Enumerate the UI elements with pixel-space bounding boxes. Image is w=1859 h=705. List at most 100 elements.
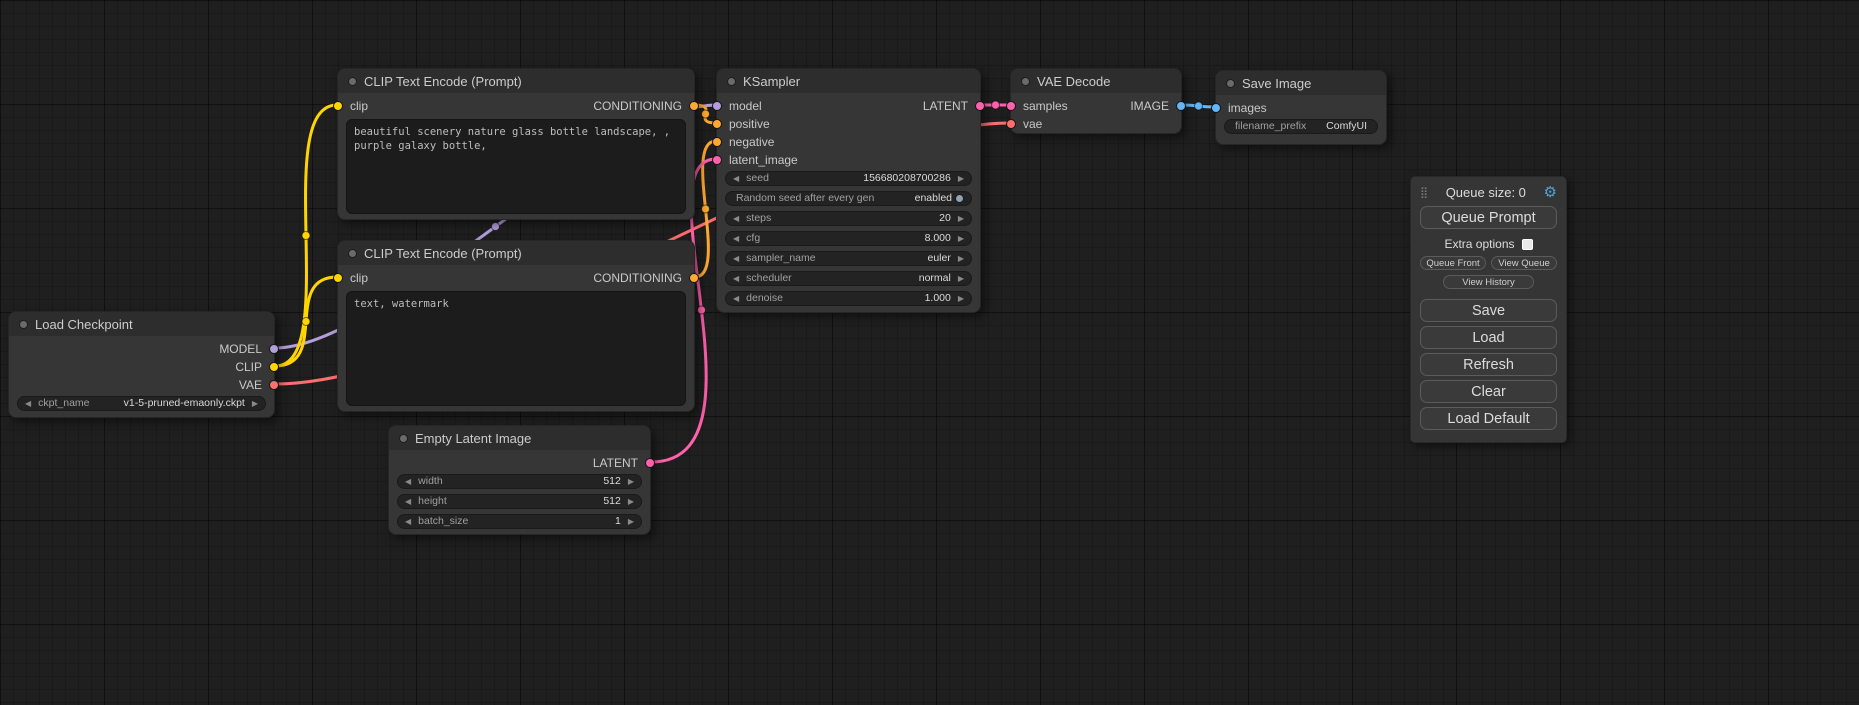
collapse-dot-icon[interactable]: [348, 249, 357, 258]
node-clip-text-encode-negative[interactable]: CLIP Text Encode (Prompt) clip CONDITION…: [337, 240, 695, 412]
increment-arrow-icon[interactable]: ▶: [628, 475, 634, 488]
decrement-arrow-icon[interactable]: ◀: [733, 252, 739, 265]
output-dot-conditioning[interactable]: [689, 101, 699, 111]
decrement-arrow-icon[interactable]: ◀: [405, 515, 411, 528]
input-dot-model[interactable]: [712, 101, 722, 111]
load-default-button[interactable]: Load Default: [1420, 407, 1557, 430]
input-dot-clip[interactable]: [333, 273, 343, 283]
widget-ckpt-name[interactable]: ◀ ckpt_name v1-5-pruned-emaonly.ckpt ▶: [17, 396, 266, 411]
extra-options-row: Extra options: [1420, 237, 1557, 251]
widget-seed[interactable]: ◀ seed 156680208700286 ▶: [725, 171, 972, 186]
increment-arrow-icon[interactable]: ▶: [252, 397, 258, 410]
output-dot-vae[interactable]: [269, 380, 279, 390]
decrement-arrow-icon[interactable]: ◀: [733, 232, 739, 245]
decrement-arrow-icon[interactable]: ◀: [733, 212, 739, 225]
increment-arrow-icon[interactable]: ▶: [958, 272, 964, 285]
node-title-bar[interactable]: VAE Decode: [1011, 69, 1181, 93]
node-save-image[interactable]: Save Image images filename_prefix ComfyU…: [1215, 70, 1387, 145]
widget-batch-size[interactable]: ◀ batch_size 1 ▶: [397, 514, 642, 529]
save-button[interactable]: Save: [1420, 299, 1557, 322]
decrement-arrow-icon[interactable]: ◀: [405, 475, 411, 488]
input-dot-clip[interactable]: [333, 101, 343, 111]
workflow-buttons: Save Load Refresh Clear Load Default: [1420, 299, 1557, 430]
widget-width[interactable]: ◀ width 512 ▶: [397, 474, 642, 489]
queue-front-button[interactable]: Queue Front: [1420, 256, 1486, 270]
view-queue-button[interactable]: View Queue: [1491, 256, 1557, 270]
slot-row-model-latent: model LATENT: [717, 97, 980, 115]
slot-row-samples-image: samples IMAGE: [1011, 97, 1181, 115]
output-dot-clip[interactable]: [269, 362, 279, 372]
refresh-button[interactable]: Refresh: [1420, 353, 1557, 376]
prompt-textarea[interactable]: beautiful scenery nature glass bottle la…: [346, 119, 686, 214]
collapse-dot-icon[interactable]: [1226, 79, 1235, 88]
extra-options-checkbox[interactable]: [1522, 239, 1533, 250]
increment-arrow-icon[interactable]: ▶: [958, 232, 964, 245]
output-dot-image[interactable]: [1176, 101, 1186, 111]
decrement-arrow-icon[interactable]: ◀: [733, 292, 739, 305]
increment-arrow-icon[interactable]: ▶: [628, 515, 634, 528]
output-slot-latent: LATENT: [389, 454, 650, 472]
node-load-checkpoint[interactable]: Load Checkpoint MODEL CLIP VAE ◀ ckpt_na…: [8, 311, 275, 418]
input-dot-vae[interactable]: [1006, 119, 1016, 129]
collapse-dot-icon[interactable]: [399, 434, 408, 443]
widget-filename-prefix[interactable]: filename_prefix ComfyUI: [1224, 119, 1378, 134]
link-midpoint-cond-negative: [702, 205, 710, 213]
toggle-dot-icon[interactable]: [955, 194, 964, 203]
input-dot-images[interactable]: [1211, 103, 1221, 113]
view-history-button[interactable]: View History: [1443, 275, 1533, 289]
node-title-bar[interactable]: CLIP Text Encode (Prompt): [338, 241, 694, 265]
slot-row-vae: vae: [1011, 115, 1181, 133]
link-midpoint-clip-positive: [302, 232, 310, 240]
widget-scheduler[interactable]: ◀ scheduler normal ▶: [725, 271, 972, 286]
queue-size-label: Queue size: 0: [1428, 185, 1543, 200]
node-title-bar[interactable]: Empty Latent Image: [389, 426, 650, 450]
settings-gear-icon[interactable]: ⚙: [1544, 185, 1557, 200]
collapse-dot-icon[interactable]: [727, 77, 736, 86]
node-title-bar[interactable]: Load Checkpoint: [9, 312, 274, 336]
decrement-arrow-icon[interactable]: ◀: [405, 495, 411, 508]
increment-arrow-icon[interactable]: ▶: [958, 172, 964, 185]
widget-sampler-name[interactable]: ◀ sampler_name euler ▶: [725, 251, 972, 266]
collapse-dot-icon[interactable]: [1021, 77, 1030, 86]
link-midpoint-latent-empty: [698, 306, 706, 314]
node-empty-latent-image[interactable]: Empty Latent Image LATENT ◀ width 512 ▶ …: [388, 425, 651, 535]
widget-height[interactable]: ◀ height 512 ▶: [397, 494, 642, 509]
widget-random-seed[interactable]: Random seed after every gen enabled: [725, 191, 972, 206]
input-dot-samples[interactable]: [1006, 101, 1016, 111]
node-clip-text-encode-positive[interactable]: CLIP Text Encode (Prompt) clip CONDITION…: [337, 68, 695, 220]
drag-handle-icon[interactable]: ⣿: [1420, 186, 1428, 199]
node-vae-decode[interactable]: VAE Decode samples IMAGE vae: [1010, 68, 1182, 134]
input-dot-latent-image[interactable]: [712, 155, 722, 165]
output-dot-model[interactable]: [269, 344, 279, 354]
node-graph-canvas[interactable]: Load Checkpoint MODEL CLIP VAE ◀ ckpt_na…: [0, 0, 1859, 705]
widget-steps[interactable]: ◀ steps 20 ▶: [725, 211, 972, 226]
node-ksampler[interactable]: KSampler model LATENT positive negative …: [716, 68, 981, 313]
node-title-bar[interactable]: Save Image: [1216, 71, 1386, 95]
slot-row-positive: positive: [717, 115, 980, 133]
increment-arrow-icon[interactable]: ▶: [958, 292, 964, 305]
input-dot-positive[interactable]: [712, 119, 722, 129]
prompt-textarea[interactable]: text, watermark: [346, 291, 686, 406]
comfy-menu-panel[interactable]: ⣿ Queue size: 0 ⚙ Queue Prompt Extra opt…: [1410, 176, 1567, 443]
history-button-row: View History: [1420, 275, 1557, 289]
output-dot-latent[interactable]: [975, 101, 985, 111]
widget-denoise[interactable]: ◀ denoise 1.000 ▶: [725, 291, 972, 306]
node-title-bar[interactable]: KSampler: [717, 69, 980, 93]
decrement-arrow-icon[interactable]: ◀: [25, 397, 31, 410]
input-dot-negative[interactable]: [712, 137, 722, 147]
output-dot-latent[interactable]: [645, 458, 655, 468]
collapse-dot-icon[interactable]: [19, 320, 28, 329]
widget-cfg[interactable]: ◀ cfg 8.000 ▶: [725, 231, 972, 246]
queue-buttons-row: Queue Front View Queue: [1420, 256, 1557, 270]
clear-button[interactable]: Clear: [1420, 380, 1557, 403]
queue-prompt-button[interactable]: Queue Prompt: [1420, 206, 1557, 229]
node-title-bar[interactable]: CLIP Text Encode (Prompt): [338, 69, 694, 93]
increment-arrow-icon[interactable]: ▶: [958, 252, 964, 265]
increment-arrow-icon[interactable]: ▶: [628, 495, 634, 508]
output-dot-conditioning[interactable]: [689, 273, 699, 283]
increment-arrow-icon[interactable]: ▶: [958, 212, 964, 225]
decrement-arrow-icon[interactable]: ◀: [733, 172, 739, 185]
decrement-arrow-icon[interactable]: ◀: [733, 272, 739, 285]
load-button[interactable]: Load: [1420, 326, 1557, 349]
collapse-dot-icon[interactable]: [348, 77, 357, 86]
